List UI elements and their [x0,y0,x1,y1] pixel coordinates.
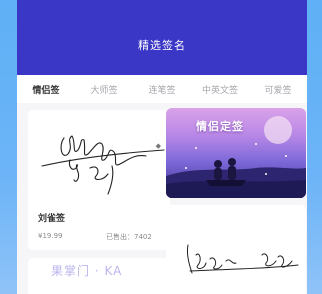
tab-master-signature[interactable]: 大师签 [75,83,133,96]
expand-icon[interactable]: ◆ [156,142,161,150]
signature-card[interactable] [166,205,306,294]
phone-screen: 精选签名 情侣签 大师签 连笔签 中英文签 可爱签 ◆ 刘雀签 ¥19.99 已… [17,0,307,294]
couple-signature-banner[interactable]: 情侣定签 [166,108,306,198]
tab-cursive-signature[interactable]: 连笔签 [133,83,191,96]
signature-preview-image [41,135,165,195]
signature-card[interactable]: ◆ 刘雀签 ¥19.99 已售出：7402 [28,110,170,250]
card-sold-count: 已售出：7402 [106,233,152,241]
signature-preview-image [187,244,299,274]
tab-couple-signature[interactable]: 情侣签 [17,83,75,96]
tab-cute-signature[interactable]: 可爱签 [249,83,307,96]
watermark-text: 果掌门 · KA [51,264,123,278]
card-price: ¥19.99 [38,232,63,240]
tab-bilingual-signature[interactable]: 中英文签 [191,83,249,96]
category-tabs: 情侣签 大师签 连笔签 中英文签 可爱签 [17,75,307,103]
page-title: 精选签名 [138,38,186,52]
banner-title: 情侣定签 [196,120,244,133]
app-header: 精选签名 [17,0,307,75]
card-title: 刘雀签 [38,214,66,224]
